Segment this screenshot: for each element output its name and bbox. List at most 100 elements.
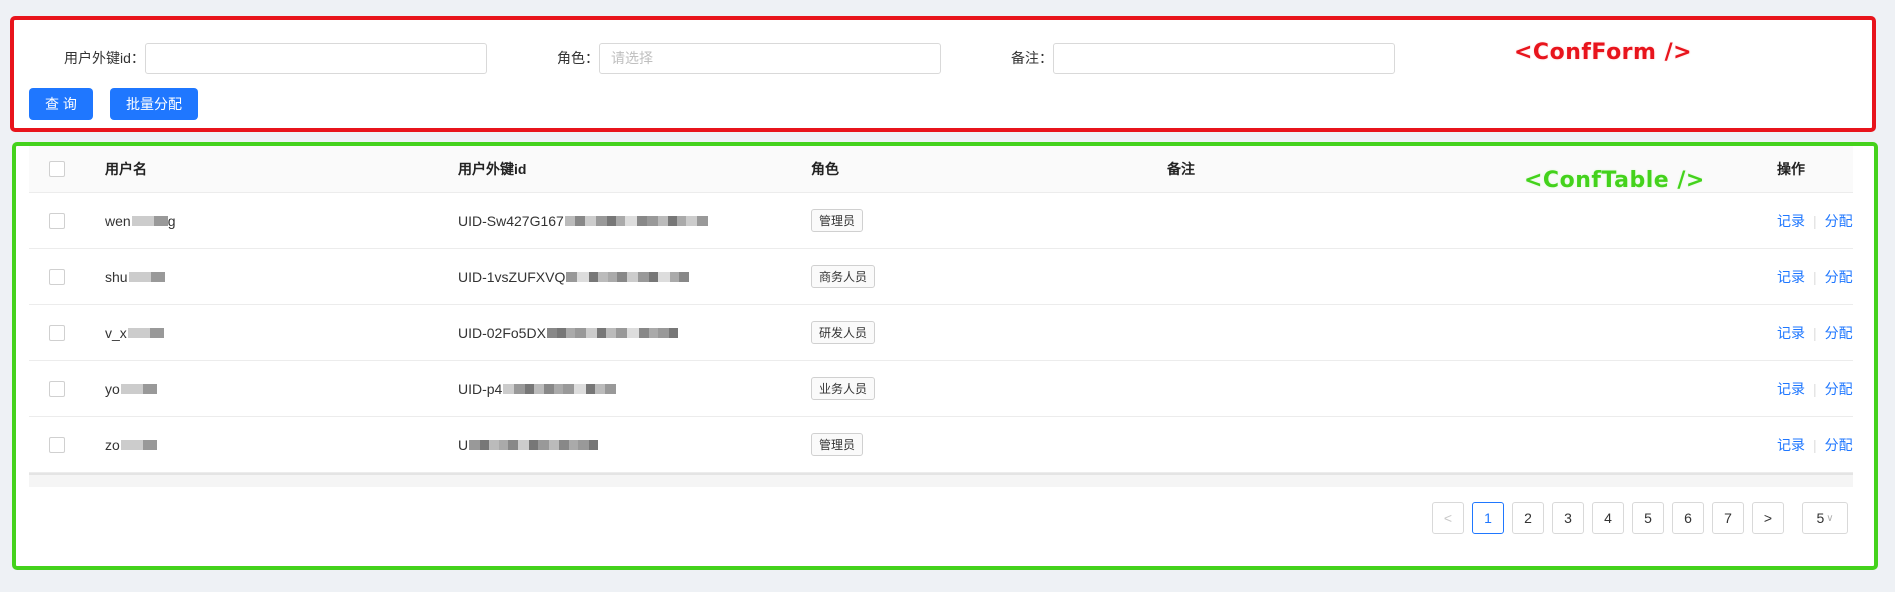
chevron-down-icon: ∨ (1826, 512, 1834, 524)
record-link[interactable]: 记录 (1777, 267, 1805, 287)
op-divider: | (1813, 436, 1817, 453)
row-checkbox[interactable] (49, 380, 65, 397)
page-button-3[interactable]: 3 (1552, 502, 1584, 534)
uid-cell: U (458, 417, 599, 472)
username-cell: yo (105, 361, 157, 416)
uid-cell: UID-02Fo5DX (458, 305, 678, 360)
role-tag: 商务人员 (811, 265, 876, 288)
page-button-5[interactable]: 5 (1632, 502, 1664, 534)
col-username: 用户名 (105, 161, 147, 177)
op-divider: | (1813, 212, 1817, 229)
username-text: yo (105, 380, 120, 397)
prev-page-button[interactable]: < (1432, 502, 1464, 534)
row-checkbox[interactable] (49, 324, 65, 341)
assign-link[interactable]: 分配 (1825, 435, 1853, 455)
uid-text: UID-Sw427G167 (458, 212, 564, 229)
redacted-mosaic (564, 215, 708, 226)
col-note: 备注 (1167, 161, 1195, 177)
page-button-1[interactable]: 1 (1472, 502, 1504, 534)
uid-text: UID-02Fo5DX (458, 324, 546, 341)
table-row: shu UID-1vsZUFXVQ 商务人员 记录 | 分配 (29, 249, 1853, 305)
role-select[interactable] (599, 42, 941, 74)
op-divider: | (1813, 380, 1817, 397)
conf-form-annotation: <ConfForm /> (1514, 40, 1693, 65)
query-button[interactable]: 查 询 (29, 88, 93, 120)
role-tag: 业务人员 (811, 377, 876, 400)
uid-text: U (458, 436, 469, 453)
table-row: v_x UID-02Fo5DX 研发人员 记录 | 分配 (29, 305, 1853, 361)
username-text: shu (105, 268, 128, 285)
data-table: 用户名 用户外键id 角色 备注 操作 wen g UID-Sw427G167 管理员… (29, 146, 1853, 487)
uid-text: UID-p4 (458, 380, 503, 397)
user-fk-field: 用户外键id： (64, 42, 487, 74)
uid-cell: UID-p4 (458, 361, 617, 416)
redacted-mosaic (120, 383, 157, 394)
username-text: wen (105, 212, 131, 229)
role-field: 角色： (557, 42, 941, 74)
username-cell: v_x (105, 305, 164, 360)
col-uid: 用户外键id (458, 161, 527, 177)
record-link[interactable]: 记录 (1777, 323, 1805, 343)
username-cell: zo (105, 417, 157, 472)
note-input[interactable] (1053, 42, 1395, 74)
record-link[interactable]: 记录 (1777, 435, 1805, 455)
role-cell: 业务人员 (811, 361, 876, 416)
page-button-7[interactable]: 7 (1712, 502, 1744, 534)
op-cell: 记录 | 分配 (1777, 249, 1853, 304)
assign-link[interactable]: 分配 (1825, 267, 1853, 287)
redacted-mosaic (546, 327, 678, 338)
table-row: yo UID-p4 业务人员 记录 | 分配 (29, 361, 1853, 417)
page-size-select[interactable]: 5 ∨ (1802, 502, 1848, 534)
redacted-mosaic (131, 215, 168, 226)
assign-link[interactable]: 分配 (1825, 211, 1853, 231)
select-all-checkbox[interactable] (49, 161, 65, 177)
op-divider: | (1813, 268, 1817, 285)
user-fk-label: 用户外键id： (64, 50, 145, 66)
page-button-2[interactable]: 2 (1512, 502, 1544, 534)
record-link[interactable]: 记录 (1777, 211, 1805, 231)
page-size-value: 5 (1816, 510, 1825, 526)
username-cell: shu (105, 249, 165, 304)
assign-link[interactable]: 分配 (1825, 379, 1853, 399)
page-button-6[interactable]: 6 (1672, 502, 1704, 534)
username-text: v_x (105, 324, 127, 341)
uid-cell: UID-Sw427G167 (458, 193, 708, 248)
redacted-mosaic (566, 271, 690, 282)
table-row: wen g UID-Sw427G167 管理员 记录 | 分配 (29, 193, 1853, 249)
role-label: 角色： (557, 50, 599, 66)
op-cell: 记录 | 分配 (1777, 193, 1853, 248)
row-checkbox[interactable] (49, 436, 65, 453)
assign-link[interactable]: 分配 (1825, 323, 1853, 343)
role-cell: 管理员 (811, 193, 864, 248)
redacted-mosaic (120, 439, 157, 450)
note-label: 备注： (1011, 50, 1053, 66)
user-fk-input[interactable] (144, 42, 487, 74)
username-tail: g (167, 212, 176, 229)
conf-form: 用户外键id： 角色： 备注： 查 询 批量分配 <ConfForm /> (10, 16, 1876, 132)
uid-cell: UID-1vsZUFXVQ (458, 249, 690, 304)
page-button-4[interactable]: 4 (1592, 502, 1624, 534)
col-op: 操作 (1777, 161, 1805, 177)
next-page-button[interactable]: > (1752, 502, 1784, 534)
role-tag: 管理员 (811, 209, 864, 232)
conf-table: 用户名 用户外键id 角色 备注 操作 wen g UID-Sw427G167 管理员… (12, 142, 1878, 570)
record-link[interactable]: 记录 (1777, 379, 1805, 399)
role-tag: 管理员 (811, 433, 864, 456)
table-scrollbar[interactable] (29, 473, 1853, 487)
role-cell: 管理员 (811, 417, 864, 472)
row-checkbox[interactable] (49, 212, 65, 229)
col-role: 角色 (811, 161, 839, 177)
username-text: zo (105, 436, 120, 453)
role-cell: 研发人员 (811, 305, 876, 360)
redacted-mosaic (503, 383, 617, 394)
note-field: 备注： (1011, 42, 1395, 74)
batch-assign-button[interactable]: 批量分配 (110, 88, 198, 120)
row-checkbox[interactable] (49, 268, 65, 285)
uid-text: UID-1vsZUFXVQ (458, 268, 566, 285)
redacted-mosaic (469, 439, 599, 450)
op-cell: 记录 | 分配 (1777, 305, 1853, 360)
op-cell: 记录 | 分配 (1777, 361, 1853, 416)
redacted-mosaic (128, 271, 165, 282)
pagination: < 1234567 > 5 ∨ (1424, 502, 1848, 534)
role-tag: 研发人员 (811, 321, 876, 344)
